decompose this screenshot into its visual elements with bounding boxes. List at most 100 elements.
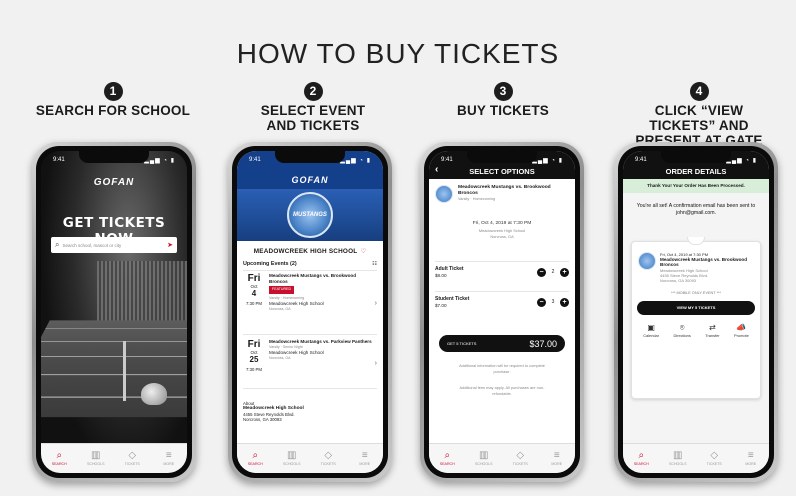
- signal-icon: ▂▄▆ ◔ ▮: [532, 157, 563, 164]
- search-icon: ⌕: [444, 449, 451, 461]
- chevron-right-icon: ›: [374, 300, 377, 307]
- tab-schools[interactable]: ▥ SCHOOLS: [81, 450, 111, 466]
- ticket-icon: ◇: [710, 449, 719, 461]
- purchase-note: Additional information will be required …: [459, 363, 545, 374]
- school-icon: ▥: [91, 449, 101, 461]
- tab-tickets[interactable]: ◇ TICKETS: [313, 450, 343, 466]
- phone-events: 9:41 ▂▄▆ ◔ ▮ GOFAN MUSTANGS MEADOWCREEK H…: [228, 142, 392, 482]
- tab-bar: ⌕ SEARCH ▥ SCHOOLS ◇ TICKETS ≡ MORE: [41, 443, 187, 473]
- ticket-type-row: Student Ticket $7.00 −3 +: [435, 291, 569, 308]
- ticket-icon: ◇: [516, 449, 525, 461]
- minus-icon[interactable]: −: [537, 297, 546, 307]
- school-icon: ▥: [673, 449, 683, 461]
- status-time: 9:41: [441, 157, 453, 163]
- location-arrow-icon[interactable]: ➤: [167, 241, 173, 249]
- step-2: 2 SELECT EVENT AND TICKETS: [218, 82, 408, 133]
- chevron-right-icon: ›: [374, 360, 377, 367]
- signal-icon: ▂▄▆ ◔ ▮: [144, 157, 175, 164]
- plus-icon[interactable]: +: [560, 267, 569, 277]
- status-time: 9:41: [249, 157, 261, 163]
- quantity-stepper[interactable]: −2 +: [537, 267, 569, 277]
- event-row[interactable]: Fri Oct 4 7:30 PM Meadowcreek Mustangs vs. …: [243, 273, 377, 335]
- view-tickets-button[interactable]: VIEW MY 5 TICKETS: [637, 300, 755, 315]
- step-number: 1: [103, 82, 123, 101]
- event-city: Norcross, GA: [490, 234, 514, 239]
- status-time: 9:41: [635, 157, 647, 163]
- ticket-icon: ◇: [128, 449, 137, 461]
- event-date: Fri, Oct 4, 2019 at 7:30 PM: [472, 221, 532, 226]
- tab-search[interactable]: ⌕ SEARCH: [240, 450, 270, 466]
- ticket-card: Fri, Oct 4, 2019 at 7:30 PM Meadowcreek …: [631, 241, 761, 399]
- tab-search[interactable]: ⌕ SEARCH: [432, 450, 462, 466]
- page-title: HOW TO BUY TICKETS: [236, 38, 560, 69]
- ticket-icon: ◇: [324, 449, 333, 461]
- tab-schools[interactable]: ▥ SCHOOLS: [469, 450, 499, 466]
- tab-bar: ⌕ SEARCH ▥ SCHOOLS ◇ TICKETS ≡ MORE: [237, 443, 383, 473]
- step-label: BUY TICKETS: [457, 103, 549, 118]
- app-logo: GOFAN: [93, 177, 135, 188]
- school-mascot-logo: [435, 185, 453, 203]
- search-icon: ⌕: [252, 449, 259, 461]
- ticket-type-row: Adult Ticket $8.00 −2 +: [435, 261, 569, 278]
- school-mascot-logo: MUSTANGS: [287, 192, 333, 238]
- menu-icon: ≡: [553, 449, 560, 461]
- calendar-icon: ▣: [647, 322, 655, 332]
- minus-icon[interactable]: −: [537, 267, 546, 277]
- tab-search[interactable]: ⌕ SEARCH: [626, 450, 656, 466]
- step-number: 4: [689, 82, 709, 101]
- phone-buy: ‹ SELECT OPTIONS 9:41 ▂▄▆ ◔ ▮ Meadowcreek …: [420, 142, 584, 482]
- fees-note: Additional fees may apply. All purchases…: [459, 385, 545, 396]
- menu-icon: ≡: [747, 449, 754, 461]
- search-icon: ⌕: [55, 240, 60, 249]
- tab-more[interactable]: ≡ MORE: [350, 450, 380, 466]
- location-pin-icon: ⌾: [679, 322, 685, 332]
- step-label: SEARCH FOR SCHOOL: [35, 103, 191, 118]
- directions-action[interactable]: ⌾ Directions: [673, 323, 690, 338]
- step-number: 3: [493, 82, 513, 101]
- tab-more[interactable]: ≡ MORE: [736, 450, 766, 466]
- promote-action[interactable]: 📣 Promote: [734, 323, 749, 338]
- school-icon: ▥: [287, 449, 297, 461]
- search-icon: ⌕: [56, 449, 63, 461]
- step-number: 2: [303, 82, 323, 101]
- search-placeholder: Search school, mascot or city: [62, 242, 122, 248]
- goal-post-image: [123, 341, 126, 401]
- about-section: About Meadowcreek High School 4455 Steve…: [243, 401, 304, 422]
- event-summary: Meadowcreek Mustangs vs. Brookwood Bronc…: [435, 185, 569, 203]
- calendar-action[interactable]: ▣ Calendar: [643, 323, 659, 338]
- tab-schools[interactable]: ▥ SCHOOLS: [277, 450, 307, 466]
- filter-icon[interactable]: ☷: [372, 261, 377, 267]
- step-4: 4 CLICK “VIEW TICKETS” AND PRESENT AT GA…: [604, 82, 794, 148]
- step-label: SELECT EVENT AND TICKETS: [260, 103, 366, 133]
- search-icon: ⌕: [638, 449, 645, 461]
- school-name: MEADOWCREEK HIGH SCHOOL ♡: [253, 248, 367, 255]
- crowd-image: [97, 261, 187, 321]
- app-logo: GOFAN: [291, 175, 329, 185]
- featured-badge: FEATURED: [269, 286, 295, 294]
- tab-tickets[interactable]: ◇ TICKETS: [505, 450, 535, 466]
- mobile-only-note: *** MOBILE ONLY EVENT ***: [670, 290, 721, 295]
- phone-search: 9:41▂▄▆ ◔ ▮ GOFAN GET TICKETS NOW ⌕ Sear…: [32, 142, 196, 482]
- status-time: 9:41: [53, 157, 65, 163]
- favorite-heart-icon[interactable]: ♡: [360, 248, 366, 255]
- tab-more[interactable]: ≡ MORE: [542, 450, 572, 466]
- transfer-icon: ⇄: [709, 322, 716, 332]
- transfer-action[interactable]: ⇄ Transfer: [705, 323, 719, 338]
- upcoming-events-header: Upcoming Events (2) ☷: [243, 261, 377, 271]
- tab-tickets[interactable]: ◇ TICKETS: [117, 450, 147, 466]
- plus-icon[interactable]: +: [560, 297, 569, 307]
- megaphone-icon: 📣: [736, 322, 747, 332]
- event-row[interactable]: Fri Oct 25 7:30 PM Meadowcreek Mustangs vs.…: [243, 339, 377, 389]
- tab-more[interactable]: ≡ MORE: [154, 450, 184, 466]
- get-tickets-button[interactable]: GET 5 TICKETS $37.00: [439, 335, 565, 352]
- tab-bar: ⌕ SEARCH ▥ SCHOOLS ◇ TICKETS ≡ MORE: [623, 443, 769, 473]
- search-input[interactable]: ⌕ Search school, mascot or city ➤: [51, 237, 177, 253]
- step-3: 3 BUY TICKETS: [408, 82, 598, 118]
- quantity-stepper[interactable]: −3 +: [537, 297, 569, 307]
- confirmation-banner: Thank You! Your Order Has Been Processed…: [623, 179, 769, 193]
- menu-icon: ≡: [165, 449, 172, 461]
- tab-tickets[interactable]: ◇ TICKETS: [699, 450, 729, 466]
- tab-schools[interactable]: ▥ SCHOOLS: [663, 450, 693, 466]
- signal-icon: ▂▄▆ ◔ ▮: [726, 157, 757, 164]
- tab-search[interactable]: ⌕ SEARCH: [44, 450, 74, 466]
